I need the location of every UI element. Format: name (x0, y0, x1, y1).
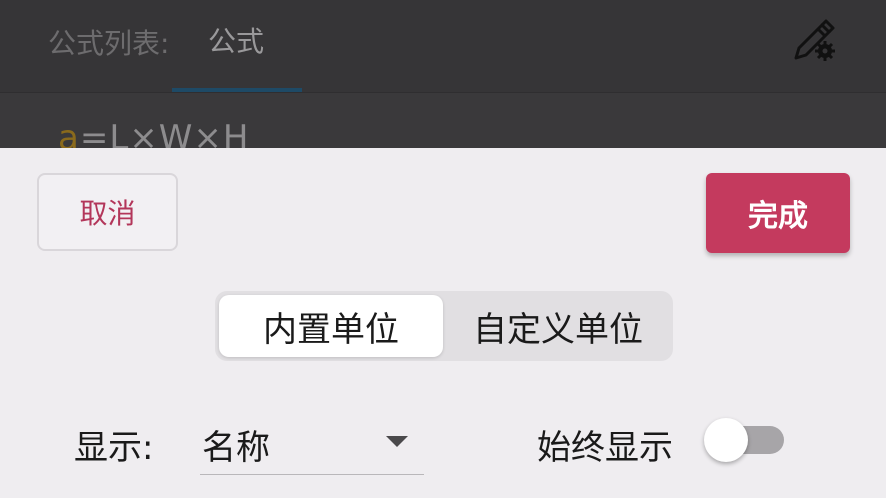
tab-formula[interactable]: 公式 (172, 0, 302, 92)
display-label: 显示: (74, 428, 154, 468)
segment-builtin-units[interactable]: 内置单位 (219, 295, 443, 357)
tab-formula-label: 公式 (208, 25, 265, 58)
unit-settings-sheet: 取消 完成 内置单位 自定义单位 显示: 名称 始终显示 (0, 148, 886, 498)
formula-list-label: 公式列表: (48, 27, 170, 60)
done-button[interactable]: 完成 (706, 173, 850, 253)
display-dropdown-value: 名称 (202, 428, 270, 468)
always-show-label: 始终显示 (537, 428, 673, 468)
segment-custom-units[interactable]: 自定义单位 (447, 295, 669, 357)
display-dropdown[interactable]: 名称 (200, 410, 424, 475)
unit-type-segmented-control: 内置单位 自定义单位 (215, 291, 673, 361)
always-show-toggle[interactable] (704, 418, 786, 462)
top-app-bar: 公式列表: 公式 (0, 0, 886, 92)
cancel-button[interactable]: 取消 (37, 173, 178, 251)
edit-settings-icon[interactable] (788, 14, 840, 66)
toggle-thumb (704, 418, 748, 462)
chevron-down-icon (386, 436, 408, 447)
